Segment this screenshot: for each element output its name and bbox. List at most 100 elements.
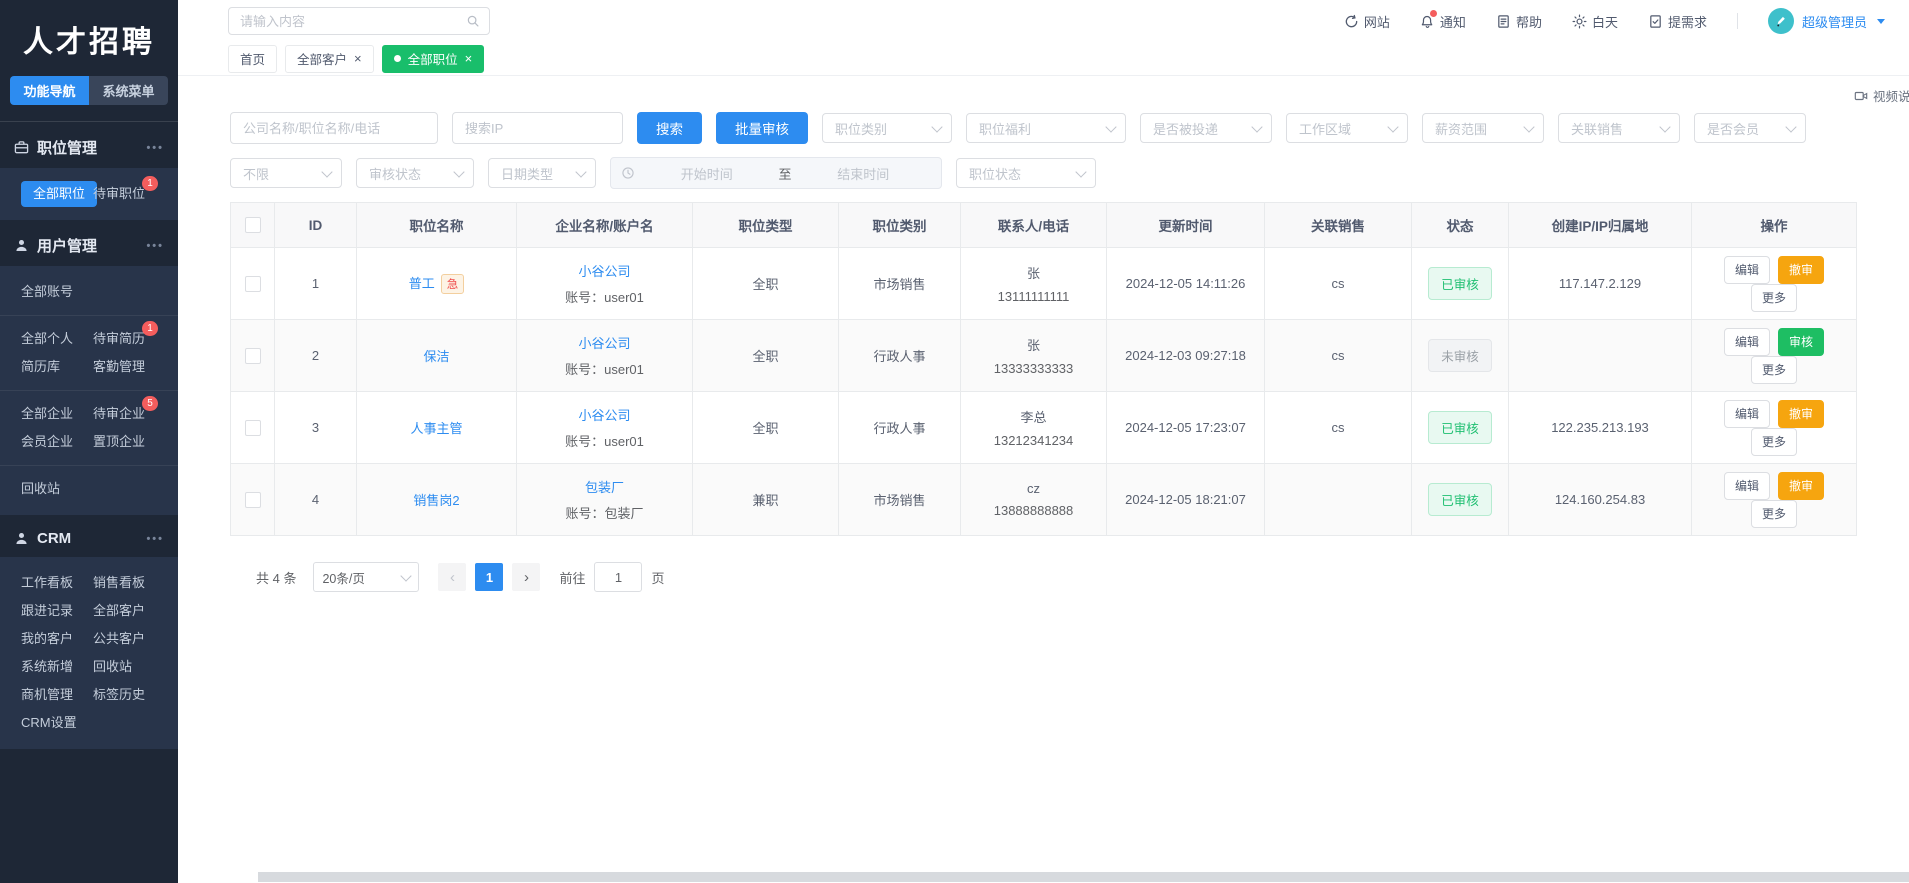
filter-select[interactable]: 工作区域 bbox=[1286, 113, 1408, 143]
filter-select[interactable]: 关联销售 bbox=[1558, 113, 1680, 143]
tab-home[interactable]: 首页 bbox=[228, 45, 277, 73]
edit-button[interactable]: 编辑 bbox=[1724, 328, 1770, 356]
sidebar-item[interactable]: 简历库 bbox=[21, 358, 60, 376]
sidebar-item[interactable]: CRM设置 bbox=[21, 714, 77, 732]
sidebar-item[interactable]: 公共客户 bbox=[93, 630, 145, 648]
more-button[interactable]: 更多 bbox=[1751, 500, 1797, 528]
date-range-picker[interactable]: 开始时间 至 结束时间 bbox=[610, 157, 942, 189]
more-dots-icon[interactable]: ••• bbox=[146, 533, 164, 545]
sidebar-item[interactable]: 我的客户 bbox=[21, 630, 73, 648]
filter-select[interactable]: 职位类别 bbox=[822, 113, 952, 143]
sidebar-item[interactable]: 全部客户 bbox=[93, 602, 145, 620]
more-dots-icon[interactable]: ••• bbox=[146, 142, 164, 154]
company-link[interactable]: 小谷公司 bbox=[578, 408, 630, 423]
sidebar-item[interactable]: 回收站 bbox=[93, 658, 132, 676]
global-search-input[interactable] bbox=[238, 13, 460, 30]
search-button[interactable]: 搜索 bbox=[637, 112, 702, 144]
company-link[interactable]: 包装厂 bbox=[585, 480, 624, 495]
sidebar-item[interactable]: 工作看板 bbox=[21, 574, 73, 592]
edit-button[interactable]: 编辑 bbox=[1724, 256, 1770, 284]
search-icon[interactable] bbox=[466, 14, 480, 28]
end-date-placeholder[interactable]: 结束时间 bbox=[796, 164, 932, 183]
row-select-cell bbox=[231, 464, 275, 536]
keyword-input[interactable] bbox=[230, 112, 438, 144]
tab-function-nav[interactable]: 功能导航 bbox=[10, 76, 89, 105]
next-page-button[interactable]: › bbox=[512, 563, 540, 591]
theme-toggle-button[interactable]: 白天 bbox=[1572, 12, 1618, 31]
sidebar-item[interactable]: 标签历史 bbox=[93, 686, 145, 704]
job-link[interactable]: 普工 bbox=[409, 276, 435, 291]
sidebar-item[interactable]: 商机管理 bbox=[21, 686, 73, 704]
sidebar-item[interactable]: 系统新增 bbox=[21, 658, 73, 676]
sidebar-item[interactable]: 全部企业 bbox=[21, 405, 73, 423]
filter-select[interactable]: 是否会员 bbox=[1694, 113, 1806, 143]
avatar[interactable] bbox=[1768, 8, 1794, 34]
filter-select[interactable]: 日期类型 bbox=[488, 158, 596, 188]
close-icon[interactable]: × bbox=[465, 52, 473, 65]
sidebar-item[interactable]: 跟进记录 bbox=[21, 602, 73, 620]
section-header[interactable]: 用户管理••• bbox=[0, 220, 178, 266]
revoke-review-button[interactable]: 撤审 bbox=[1778, 256, 1824, 284]
goto-page-input[interactable] bbox=[594, 562, 642, 592]
filter-select[interactable]: 是否被投递 bbox=[1140, 113, 1272, 143]
section-header[interactable]: CRM••• bbox=[0, 515, 178, 557]
row-checkbox[interactable] bbox=[245, 420, 261, 436]
select-all-checkbox[interactable] bbox=[245, 217, 261, 233]
help-button[interactable]: 帮助 bbox=[1496, 12, 1542, 31]
website-button[interactable]: 网站 bbox=[1344, 12, 1390, 31]
filter-select[interactable]: 不限 bbox=[230, 158, 342, 188]
global-search[interactable] bbox=[228, 7, 490, 35]
filter-select[interactable]: 职位福利 bbox=[966, 113, 1126, 143]
notifications-button[interactable]: 通知 bbox=[1420, 12, 1466, 31]
sidebar-item[interactable]: 置顶企业 bbox=[93, 433, 145, 451]
batch-review-button[interactable]: 批量审核 bbox=[716, 112, 808, 144]
more-dots-icon[interactable]: ••• bbox=[146, 240, 164, 252]
revoke-review-button[interactable]: 撤审 bbox=[1778, 400, 1824, 428]
prev-page-button[interactable]: ‹ bbox=[438, 563, 466, 591]
sidebar-item[interactable]: 待审企业5 bbox=[93, 405, 145, 423]
horizontal-scrollbar bbox=[178, 871, 1909, 883]
sidebar-item[interactable]: 待审职位1 bbox=[93, 185, 145, 203]
sidebar-item[interactable]: 待审简历1 bbox=[93, 330, 145, 348]
start-date-placeholder[interactable]: 开始时间 bbox=[639, 164, 775, 183]
sidebar-item[interactable]: 销售看板 bbox=[93, 574, 145, 592]
sidebar-item[interactable]: 全部账号 bbox=[21, 283, 73, 301]
job-link[interactable]: 保洁 bbox=[423, 349, 449, 364]
tab-all-customers[interactable]: 全部客户× bbox=[285, 45, 374, 73]
revoke-review-button[interactable]: 撤审 bbox=[1778, 472, 1824, 500]
search-ip-input[interactable] bbox=[452, 112, 623, 144]
company-link[interactable]: 小谷公司 bbox=[578, 264, 630, 279]
contact-cell: cz13888888888 bbox=[961, 464, 1107, 536]
sidebar-item[interactable]: 客勤管理 bbox=[93, 358, 145, 376]
more-button[interactable]: 更多 bbox=[1751, 428, 1797, 456]
sidebar-item[interactable]: 全部职位 bbox=[21, 181, 97, 207]
company-link[interactable]: 小谷公司 bbox=[578, 336, 630, 351]
scrollbar-thumb[interactable] bbox=[258, 872, 1909, 882]
page-number-1[interactable]: 1 bbox=[475, 563, 503, 591]
edit-button[interactable]: 编辑 bbox=[1724, 472, 1770, 500]
more-button[interactable]: 更多 bbox=[1751, 356, 1797, 384]
sidebar-item[interactable]: 回收站 bbox=[21, 480, 60, 498]
user-menu[interactable]: 超级管理员 bbox=[1768, 8, 1885, 34]
review-button[interactable]: 审核 bbox=[1778, 328, 1824, 356]
tab-all-jobs[interactable]: 全部职位× bbox=[382, 45, 485, 73]
page-size-select[interactable]: 20条/页 bbox=[313, 562, 419, 592]
filter-select[interactable]: 审核状态 bbox=[356, 158, 474, 188]
job-link[interactable]: 销售岗2 bbox=[413, 493, 459, 508]
filter-select[interactable]: 薪资范围 bbox=[1422, 113, 1544, 143]
filter-select[interactable]: 职位状态 bbox=[956, 158, 1096, 188]
row-checkbox[interactable] bbox=[245, 492, 261, 508]
job-link[interactable]: 人事主管 bbox=[410, 421, 462, 436]
sidebar-item[interactable]: 全部个人 bbox=[21, 330, 73, 348]
unread-dot bbox=[1430, 10, 1437, 17]
row-checkbox[interactable] bbox=[245, 276, 261, 292]
edit-button[interactable]: 编辑 bbox=[1724, 400, 1770, 428]
sidebar-item[interactable]: 会员企业 bbox=[21, 433, 73, 451]
tab-system-menu[interactable]: 系统菜单 bbox=[89, 76, 168, 105]
video-help-link[interactable]: 视频说明 bbox=[1854, 86, 1909, 105]
more-button[interactable]: 更多 bbox=[1751, 284, 1797, 312]
section-header[interactable]: 职位管理••• bbox=[0, 122, 178, 168]
feedback-button[interactable]: 提需求 bbox=[1648, 12, 1707, 31]
row-checkbox[interactable] bbox=[245, 348, 261, 364]
close-icon[interactable]: × bbox=[354, 52, 362, 65]
